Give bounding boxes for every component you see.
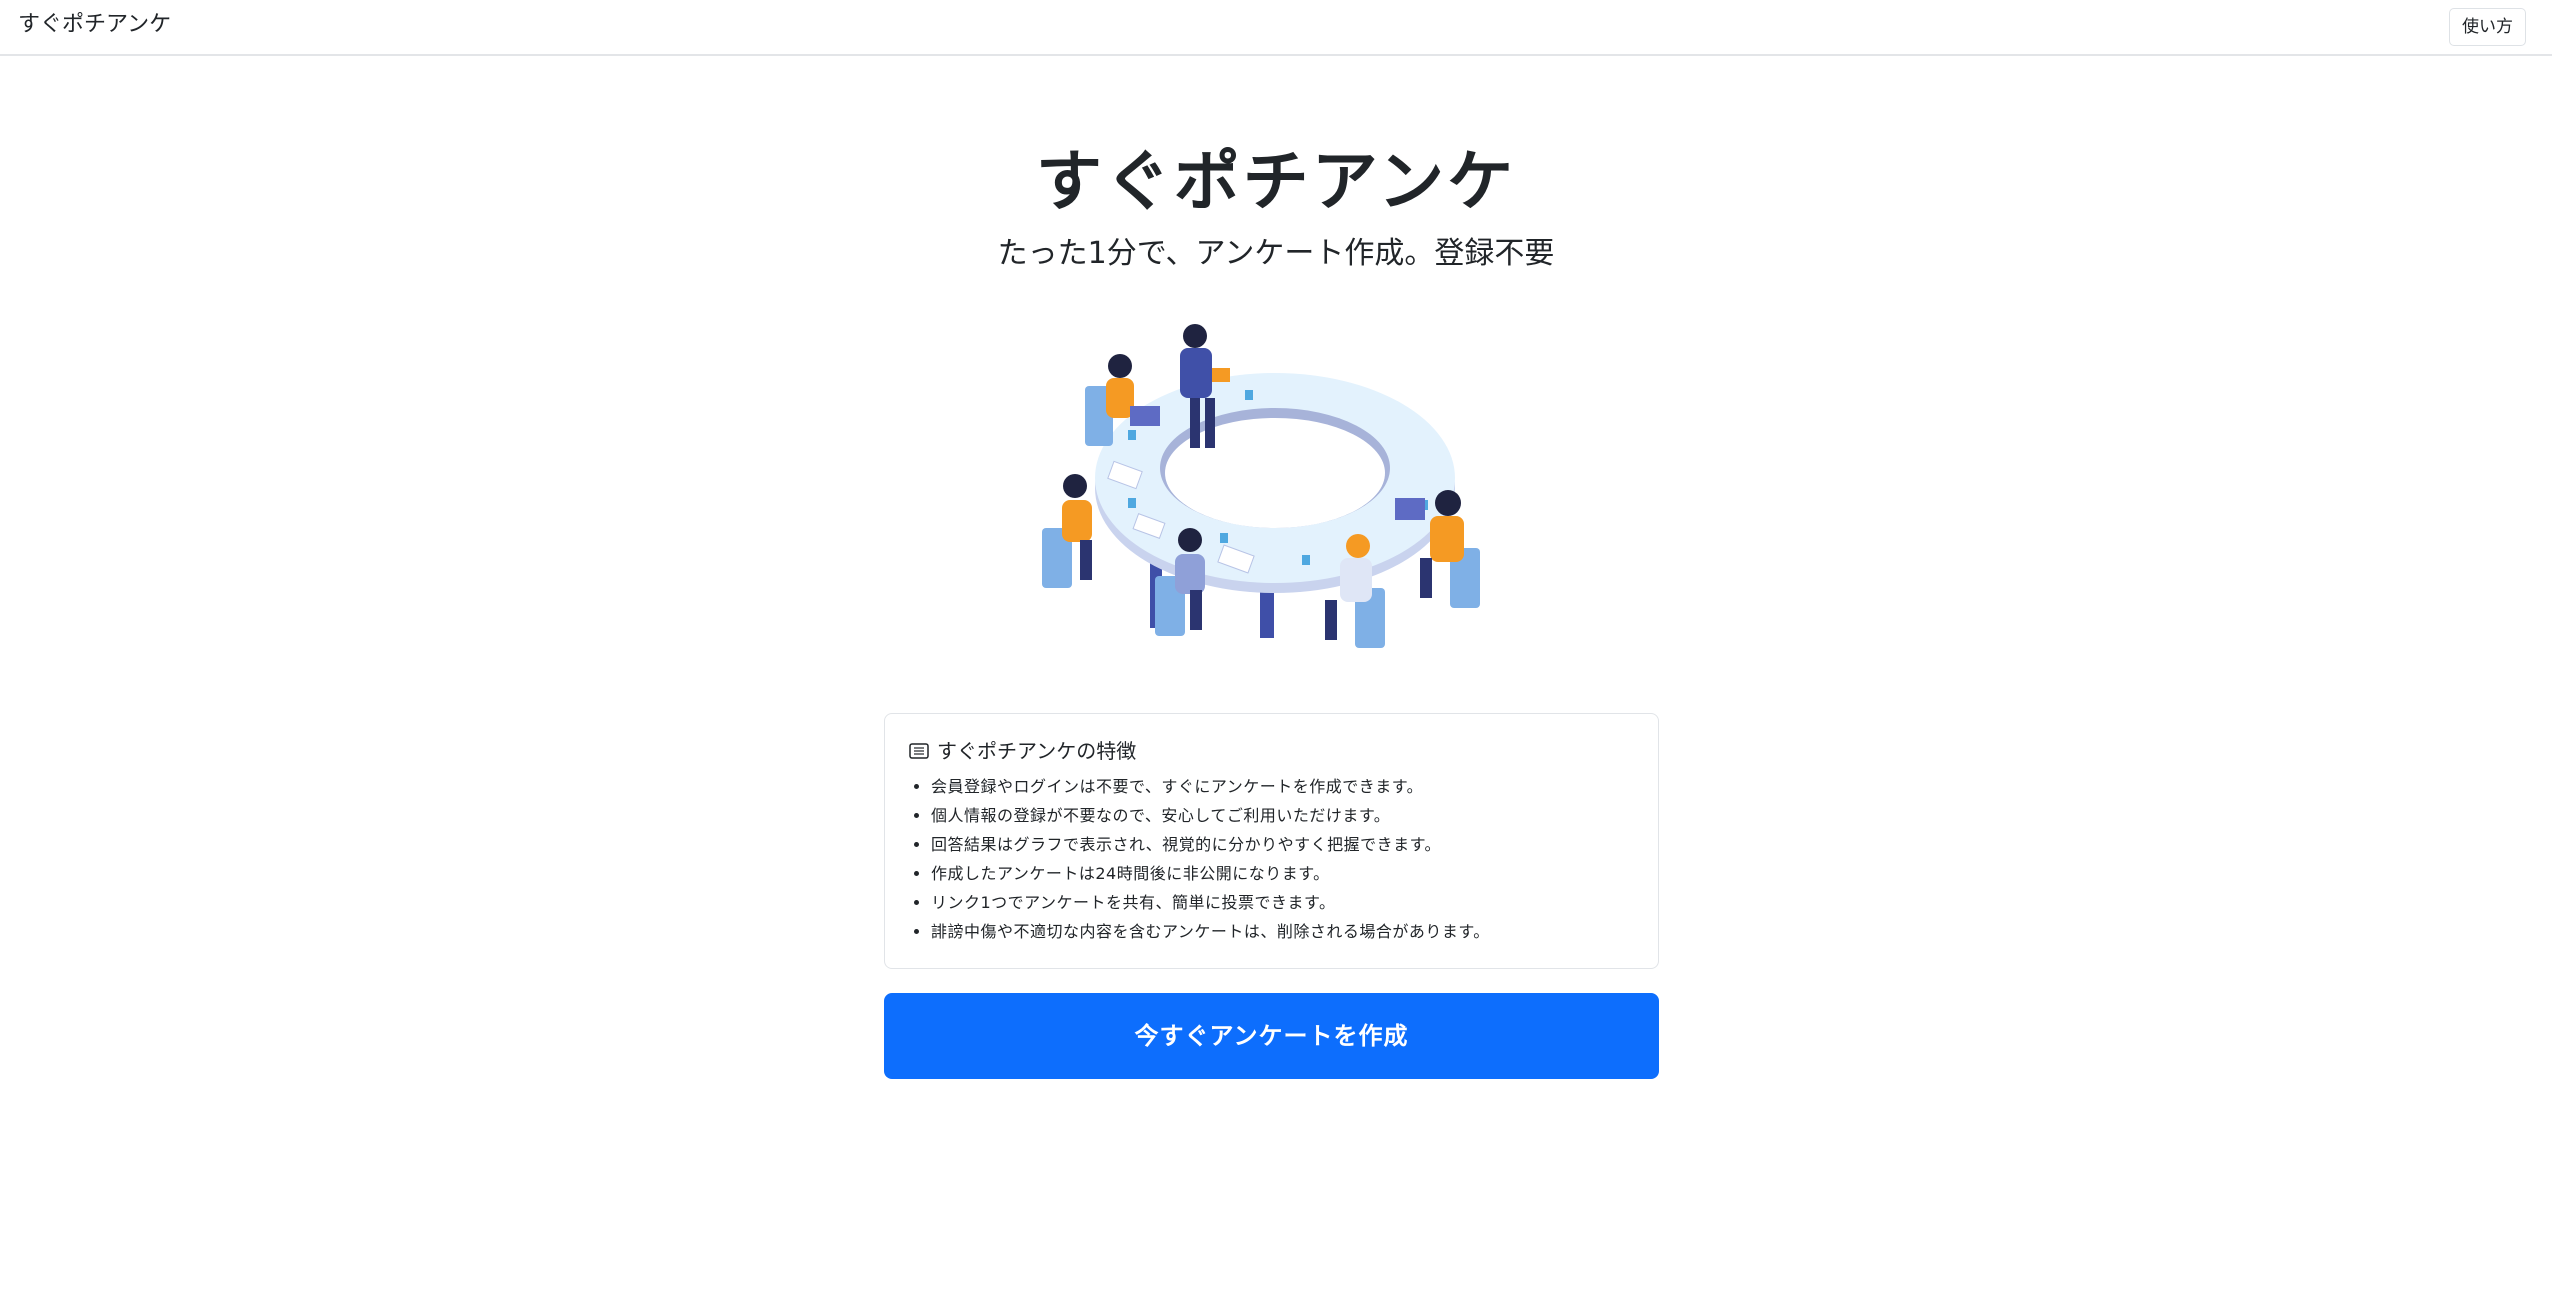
help-button[interactable]: 使い方 <box>2449 8 2526 46</box>
features-card: すぐポチアンケの特徴 会員登録やログインは不要で、すぐにアンケートを作成できます… <box>884 713 1659 969</box>
feature-item: リンク1つでアンケートを共有、簡単に投票できます。 <box>931 888 1490 917</box>
features-heading-text: すぐポチアンケの特徴 <box>937 739 1137 763</box>
feature-item: 誹謗中傷や不適切な内容を含むアンケートは、削除される場合があります。 <box>931 917 1490 946</box>
brand-link[interactable]: すぐポチアンケ <box>18 10 171 40</box>
hero-title: すぐポチアンケ <box>1035 143 1517 220</box>
features-heading: すぐポチアンケの特徴 <box>909 736 1136 766</box>
feature-item: 個人情報の登録が不要なので、安心してご利用いただけます。 <box>931 801 1490 830</box>
features-list: 会員登録やログインは不要で、すぐにアンケートを作成できます。 個人情報の登録が不… <box>909 772 1490 946</box>
team-meeting-illustration <box>1042 324 1480 648</box>
list-card-icon <box>909 743 929 759</box>
feature-item: 作成したアンケートは24時間後に非公開になります。 <box>931 859 1490 888</box>
feature-item: 会員登録やログインは不要で、すぐにアンケートを作成できます。 <box>931 772 1490 801</box>
top-navbar: すぐポチアンケ 使い方 <box>0 0 2552 56</box>
create-survey-button[interactable]: 今すぐアンケートを作成 <box>884 993 1659 1079</box>
feature-item: 回答結果はグラフで表示され、視覚的に分かりやすく把握できます。 <box>931 830 1490 859</box>
hero-subtitle: たった1分で、アンケート作成。登録不要 <box>997 236 1555 271</box>
